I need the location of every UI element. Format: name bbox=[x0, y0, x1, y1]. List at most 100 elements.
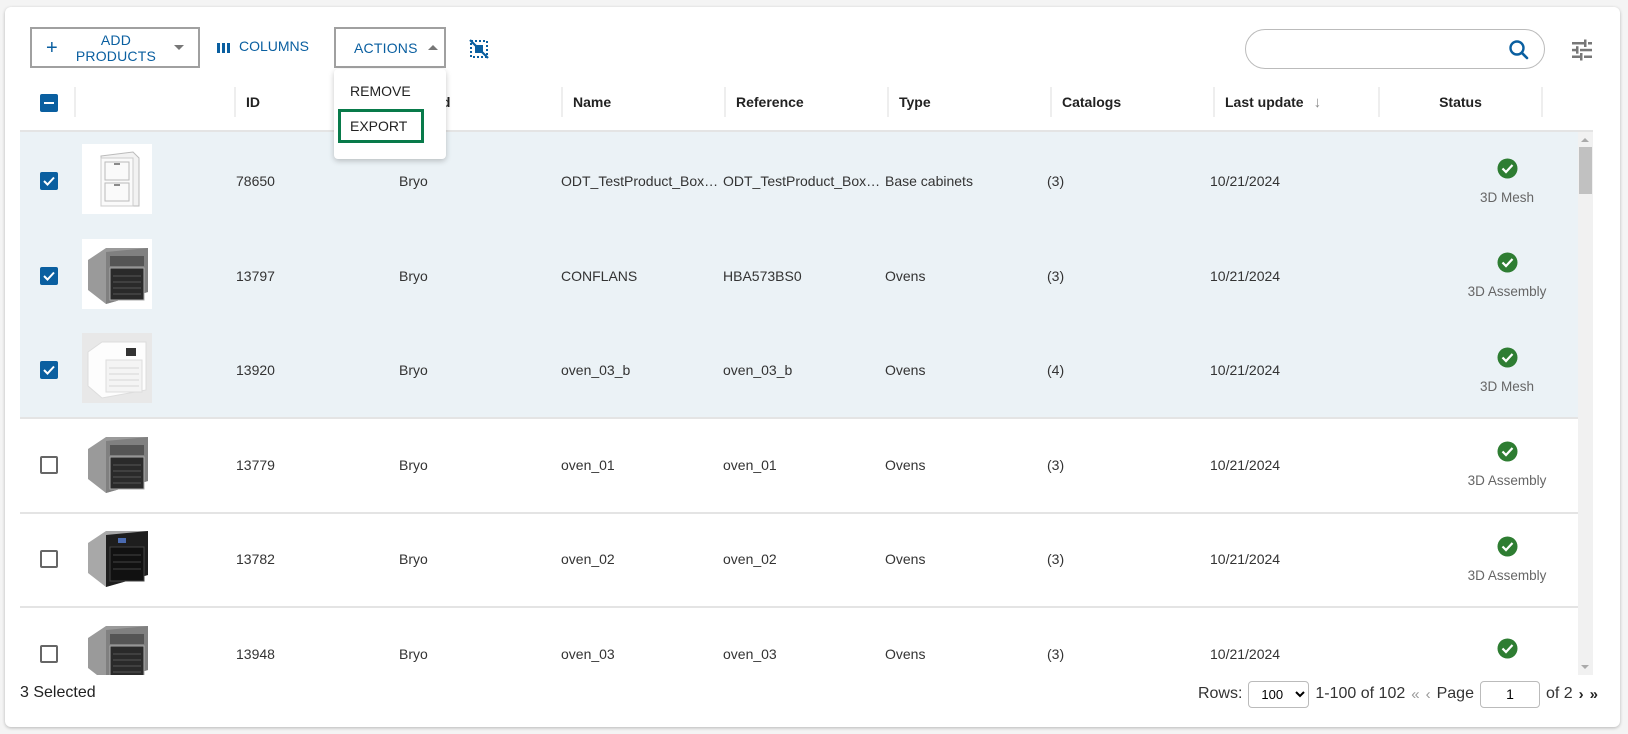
table-row[interactable]: 13782 Bryo oven_02 oven_02 Ovens (3) 10/21/202… bbox=[20, 510, 1593, 608]
table-header: ID Brand Name Reference Type Catalogs La… bbox=[20, 77, 1593, 132]
selected-count: 3 Selected bbox=[20, 684, 96, 701]
cell-reference: oven_03_b bbox=[723, 362, 793, 378]
filter-settings-icon[interactable] bbox=[1571, 39, 1593, 61]
next-page-icon[interactable]: › bbox=[1579, 686, 1584, 703]
column-header-type[interactable]: Type bbox=[887, 87, 1050, 117]
cell-brand: Bryo bbox=[399, 551, 428, 567]
add-products-button[interactable]: + ADD PRODUCTS bbox=[30, 27, 200, 68]
menu-item-remove[interactable]: REMOVE bbox=[338, 74, 424, 108]
column-header-catalogs[interactable]: Catalogs bbox=[1050, 87, 1213, 117]
sort-descending-icon: ↓ bbox=[1313, 93, 1322, 111]
row-checkbox[interactable] bbox=[40, 172, 58, 190]
rows-label: Rows: bbox=[1197, 685, 1243, 702]
table-row[interactable]: 13779 Bryo oven_01 oven_01 Ovens (3) 10/21/202… bbox=[20, 416, 1593, 514]
status-cell: 3D Assembly bbox=[1432, 227, 1582, 325]
status-ok-icon bbox=[1497, 252, 1518, 278]
table-row[interactable]: 13797 Bryo CONFLANS HBA573BS0 Ovens (3) 10/21/… bbox=[20, 226, 1593, 325]
column-header-image bbox=[74, 87, 234, 117]
cell-brand: Bryo bbox=[399, 645, 428, 662]
search-icon[interactable] bbox=[1508, 39, 1530, 61]
cell-brand: Bryo bbox=[399, 362, 428, 378]
columns-button[interactable]: COLUMNS bbox=[211, 27, 315, 68]
cell-last-update: 10/21/2024 bbox=[1210, 456, 1281, 473]
cell-reference: oven_01 bbox=[723, 456, 777, 473]
pagination: Rows: 100 1-100 of 102 « ‹ Page of 2 › » bbox=[1198, 680, 1598, 708]
range-text: 1-100 of 102 bbox=[1315, 685, 1406, 702]
cell-name: oven_03 bbox=[561, 645, 615, 662]
previous-page-icon[interactable]: ‹ bbox=[1426, 686, 1431, 703]
cell-name: ODT_TestProduct_Box… bbox=[561, 173, 719, 189]
status-label: 3D Assembly bbox=[1467, 567, 1547, 583]
actions-menu: REMOVE EXPORT bbox=[334, 69, 446, 159]
plus-icon: + bbox=[46, 36, 58, 59]
cell-id: 13920 bbox=[236, 362, 275, 378]
cell-last-update: 10/21/2024 bbox=[1210, 267, 1281, 284]
cell-last-update: 10/21/2024 bbox=[1210, 551, 1281, 567]
cell-id: 13797 bbox=[236, 267, 275, 284]
search-input[interactable] bbox=[1260, 36, 1500, 62]
row-checkbox[interactable] bbox=[40, 644, 58, 663]
cell-reference: oven_02 bbox=[723, 551, 777, 567]
column-header-last-update[interactable]: Last update ↓ bbox=[1213, 87, 1378, 117]
row-checkbox[interactable] bbox=[40, 361, 58, 379]
product-thumbnail[interactable] bbox=[82, 333, 152, 403]
select-all-checkbox[interactable] bbox=[40, 94, 58, 112]
cell-type: Base cabinets bbox=[885, 173, 973, 189]
cell-brand: Bryo bbox=[399, 267, 428, 284]
status-ok-icon bbox=[1497, 158, 1518, 184]
status-ok-icon bbox=[1497, 441, 1518, 467]
columns-icon bbox=[217, 42, 230, 53]
status-cell: 3D Assembly bbox=[1432, 510, 1582, 608]
cell-id: 13948 bbox=[236, 645, 275, 662]
cell-name: oven_02 bbox=[561, 551, 615, 567]
cell-name: CONFLANS bbox=[561, 267, 638, 284]
cell-id: 13779 bbox=[236, 456, 275, 473]
cell-type: Ovens bbox=[885, 645, 926, 662]
scroll-up-arrow-icon[interactable] bbox=[1581, 138, 1589, 142]
scroll-thumb[interactable] bbox=[1579, 147, 1592, 194]
product-thumbnail[interactable] bbox=[82, 427, 152, 498]
row-checkbox[interactable] bbox=[40, 550, 58, 568]
column-header-reference[interactable]: Reference bbox=[724, 87, 887, 117]
column-header-status[interactable]: Status bbox=[1378, 87, 1541, 117]
table-body: 78650 Bryo ODT_TestProduct_Box… ODT_TestPro… bbox=[20, 132, 1593, 675]
product-thumbnail[interactable] bbox=[82, 522, 152, 592]
cell-catalogs: (3) bbox=[1047, 551, 1065, 567]
column-separator bbox=[1541, 87, 1543, 117]
toolbar: + ADD PRODUCTS COLUMNS ACTIONS bbox=[5, 7, 1620, 87]
page-number-input[interactable] bbox=[1479, 680, 1540, 708]
product-thumbnail[interactable] bbox=[82, 238, 152, 309]
status-label: 3D Assembly bbox=[1467, 284, 1547, 299]
rows-per-page-select[interactable]: 100 bbox=[1248, 680, 1310, 708]
status-ok-icon bbox=[1497, 347, 1518, 373]
row-checkbox[interactable] bbox=[40, 266, 58, 285]
cell-type: Ovens bbox=[885, 456, 926, 473]
add-products-label: ADD PRODUCTS bbox=[75, 31, 157, 64]
menu-item-export[interactable]: EXPORT bbox=[338, 109, 424, 143]
column-header-name[interactable]: Name bbox=[561, 87, 724, 117]
last-page-icon[interactable]: » bbox=[1590, 686, 1598, 703]
status-ok-icon bbox=[1497, 638, 1518, 664]
product-thumbnail[interactable] bbox=[82, 616, 152, 675]
cell-reference: HBA573BS0 bbox=[723, 267, 802, 284]
cell-catalogs: (3) bbox=[1047, 267, 1065, 284]
status-label: 3D Mesh bbox=[1479, 189, 1535, 205]
of-pages-text: of 2 bbox=[1545, 685, 1573, 702]
row-checkbox[interactable] bbox=[40, 455, 58, 474]
cell-brand: Bryo bbox=[399, 456, 428, 473]
cell-type: Ovens bbox=[885, 362, 926, 378]
table-row[interactable]: 78650 Bryo ODT_TestProduct_Box… ODT_TestPro… bbox=[20, 132, 1593, 230]
caret-up-icon bbox=[427, 45, 438, 50]
deselect-all-icon[interactable] bbox=[468, 38, 490, 60]
status-cell: 3D Mesh bbox=[1432, 132, 1582, 230]
table-row[interactable]: 13920 Bryo oven_03_b oven_03_b Ovens (4) 10/21… bbox=[20, 321, 1593, 419]
product-thumbnail[interactable] bbox=[82, 144, 152, 214]
cell-name: oven_03_b bbox=[561, 362, 631, 378]
actions-button[interactable]: ACTIONS bbox=[334, 27, 446, 68]
scroll-down-arrow-icon[interactable] bbox=[1581, 665, 1589, 669]
vertical-scrollbar[interactable] bbox=[1578, 132, 1593, 675]
search-box bbox=[1245, 29, 1545, 69]
first-page-icon[interactable]: « bbox=[1411, 686, 1419, 703]
status-ok-icon bbox=[1497, 536, 1518, 562]
table-row[interactable]: 13948 Bryo oven_03 oven_03 Ovens (3) 10/21/202… bbox=[20, 605, 1593, 675]
